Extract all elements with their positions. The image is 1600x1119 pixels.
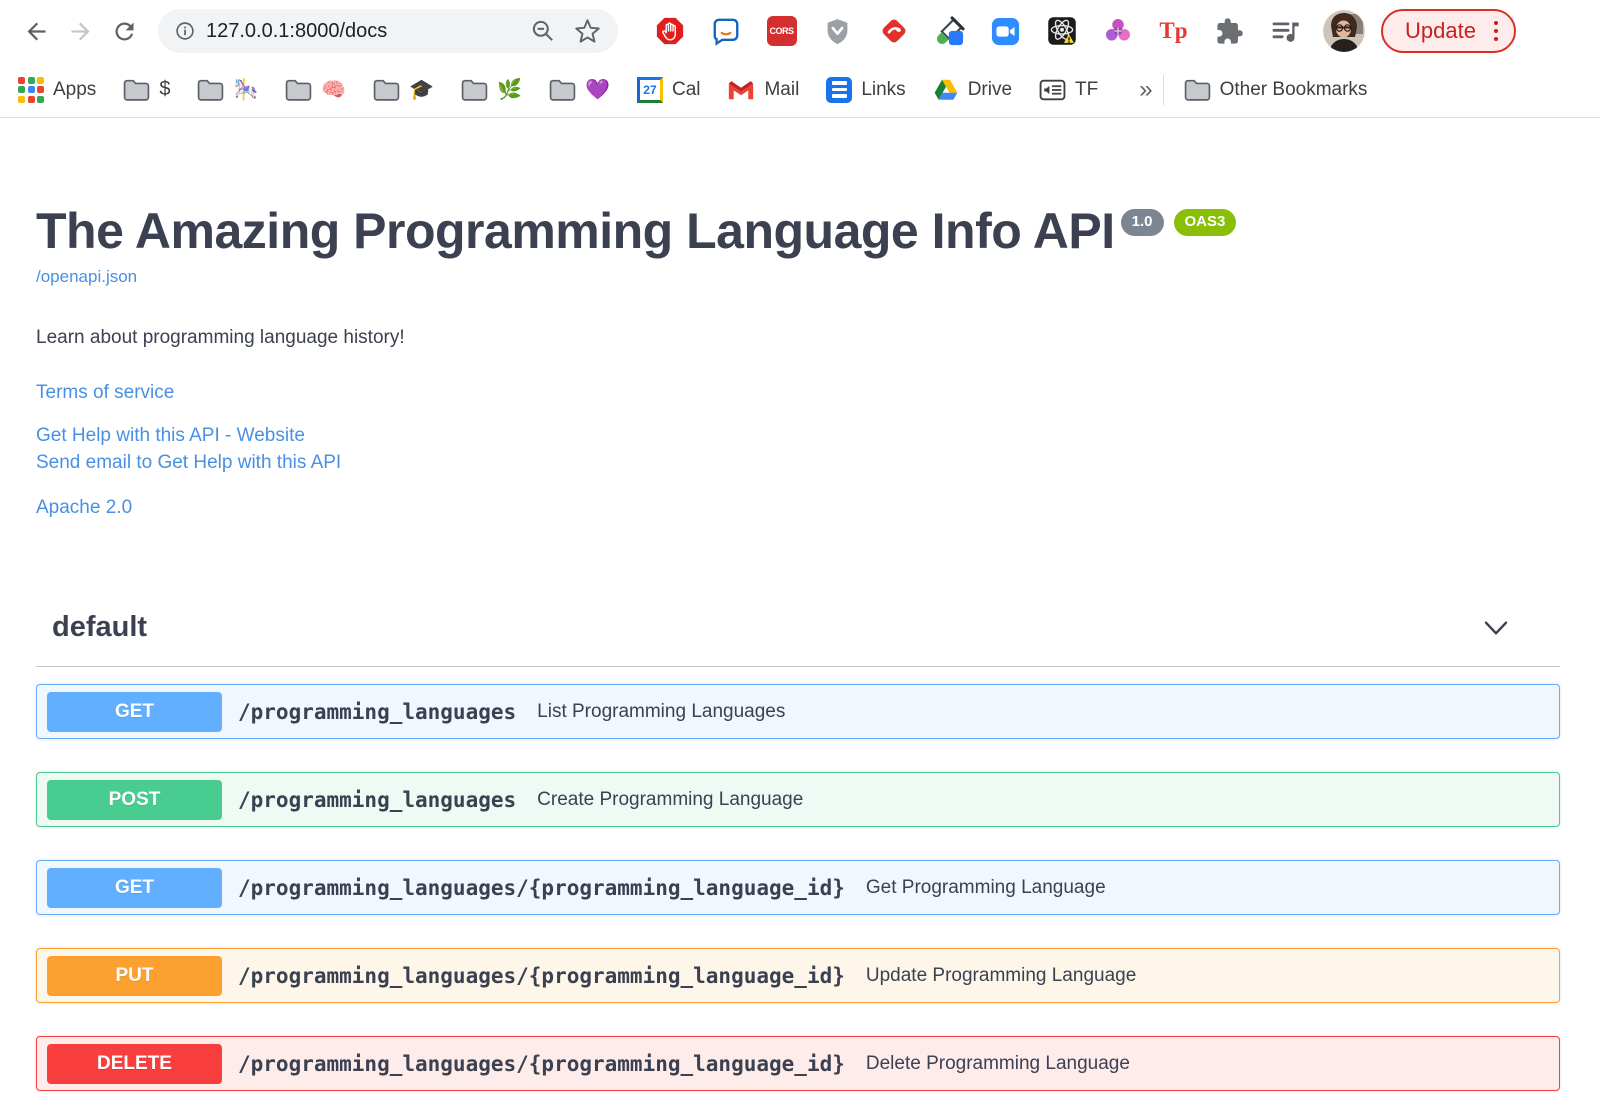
operation-summary: Delete Programming Language xyxy=(865,1052,1130,1074)
operations-list: GET /programming_languages List Programm… xyxy=(36,684,1560,1091)
folder-icon xyxy=(461,79,488,101)
profile-avatar[interactable] xyxy=(1323,10,1365,52)
links-list-icon xyxy=(826,76,853,103)
address-bar[interactable]: 127.0.0.1:8000/docs xyxy=(158,9,618,53)
opblock-get-one[interactable]: GET /programming_languages/{programming_… xyxy=(36,860,1560,915)
operation-path: /programming_languages/{programming_lang… xyxy=(238,875,845,900)
page-info-icon[interactable] xyxy=(174,20,196,42)
chat-bubble-icon[interactable] xyxy=(710,16,741,47)
api-title-text: The Amazing Programming Language Info AP… xyxy=(36,203,1115,259)
section-title: default xyxy=(52,611,148,643)
google-calendar-icon: 27 xyxy=(636,76,663,103)
operation-summary: Create Programming Language xyxy=(537,788,804,810)
bookmark-drive[interactable]: Drive xyxy=(933,78,1012,102)
operation-path: /programming_languages/{programming_lang… xyxy=(238,963,845,988)
operation-summary: List Programming Languages xyxy=(537,700,786,722)
tp-label: Tp xyxy=(1159,18,1188,43)
bookmark-star-icon[interactable] xyxy=(572,16,602,46)
method-badge-delete: DELETE xyxy=(47,1043,222,1084)
apps-grid-icon xyxy=(18,76,44,103)
tp-extension-icon[interactable]: Tp xyxy=(1158,16,1189,47)
update-label: Update xyxy=(1405,18,1476,43)
forward-button[interactable] xyxy=(58,9,102,53)
operation-path: /programming_languages xyxy=(238,787,517,812)
back-arrow-icon xyxy=(27,22,45,40)
other-bookmarks[interactable]: Other Bookmarks xyxy=(1184,79,1367,101)
url-text[interactable]: 127.0.0.1:8000/docs xyxy=(206,20,387,43)
license-link[interactable]: Apache 2.0 xyxy=(36,497,1560,519)
opblock-delete[interactable]: DELETE /programming_languages/{programmi… xyxy=(36,1036,1560,1091)
operation-path: /programming_languages xyxy=(238,699,517,724)
extensions-row: CORS Tp xyxy=(654,15,1301,47)
eyedropper-icon[interactable] xyxy=(934,15,965,47)
bookmark-links[interactable]: Links xyxy=(826,76,906,103)
cors-label: CORS xyxy=(766,16,797,46)
info-links: Terms of service Get Help with this API … xyxy=(36,382,1560,519)
refresh-button[interactable] xyxy=(102,9,146,53)
opblock-get-list[interactable]: GET /programming_languages List Programm… xyxy=(36,684,1560,739)
back-button[interactable] xyxy=(14,9,58,53)
bookmark-tf[interactable]: TF xyxy=(1039,78,1098,102)
browser-toolbar: 127.0.0.1:8000/docs CORS Tp Update xyxy=(0,0,1600,62)
folder-icon xyxy=(373,79,400,101)
bookmark-apps[interactable]: Apps xyxy=(18,76,96,103)
folder-icon xyxy=(286,79,312,101)
method-badge-put: PUT xyxy=(47,955,222,996)
bookmark-folder-heart[interactable]: 💜 xyxy=(549,77,610,102)
bookmark-folder-herb[interactable]: 🌿 xyxy=(461,77,522,102)
section-default-header[interactable]: default xyxy=(36,611,1560,667)
bookmark-gmail[interactable]: Mail xyxy=(727,79,799,101)
operation-summary: Get Programming Language xyxy=(865,876,1106,898)
gmail-icon xyxy=(729,80,754,99)
folder-icon xyxy=(1184,79,1210,101)
page-title: The Amazing Programming Language Info AP… xyxy=(36,204,1560,259)
opblock-post-create[interactable]: POST /programming_languages Create Progr… xyxy=(36,772,1560,827)
help-email-link[interactable]: Send email to Get Help with this API xyxy=(36,452,1560,474)
bookmark-folder-education[interactable]: 🎓 xyxy=(373,77,434,102)
method-badge-post: POST xyxy=(47,779,222,820)
zoom-out-icon[interactable] xyxy=(528,16,558,46)
bookmark-calendar[interactable]: 27 Cal xyxy=(636,76,700,103)
oas3-badge: OAS3 xyxy=(1173,209,1237,236)
chrome-update-button[interactable]: Update xyxy=(1381,9,1517,53)
help-website-link[interactable]: Get Help with this API - Website xyxy=(36,425,1560,447)
chevron-down-icon[interactable] xyxy=(1480,612,1512,644)
bookmark-folder-money[interactable]: $ xyxy=(123,78,170,101)
bookmarks-divider xyxy=(1162,74,1164,105)
operation-path: /programming_languages/{programming_lang… xyxy=(238,1051,845,1076)
pink-wheel-extension-icon[interactable] xyxy=(1102,16,1133,47)
bookmarks-bar: Apps $ 🎠 🧠 🎓 🌿 💜 27 Cal Mail Links Drive… xyxy=(0,62,1600,118)
version-badge: 1.0 xyxy=(1120,209,1164,236)
browser-menu-icon[interactable] xyxy=(1493,20,1499,42)
openapi-json-link[interactable]: /openapi.json xyxy=(36,267,137,287)
bookmark-folder-brain[interactable]: 🧠 xyxy=(285,77,346,102)
forward-arrow-icon xyxy=(71,22,89,40)
method-badge-get: GET xyxy=(47,867,222,908)
folder-icon xyxy=(124,79,150,101)
media-playlist-icon[interactable] xyxy=(1270,16,1301,47)
swagger-page: The Amazing Programming Language Info AP… xyxy=(0,204,1600,1091)
react-devtools-icon[interactable] xyxy=(1046,16,1077,47)
shield-icon[interactable] xyxy=(822,16,853,47)
operation-summary: Update Programming Language xyxy=(865,964,1137,986)
bookmarks-overflow-icon[interactable]: » xyxy=(1139,76,1152,104)
cors-extension-icon[interactable]: CORS xyxy=(766,16,797,47)
adblock-icon[interactable] xyxy=(654,16,685,47)
refresh-icon xyxy=(114,21,133,40)
folder-icon xyxy=(198,79,224,101)
api-description: Learn about programming language history… xyxy=(36,327,405,348)
zoom-camera-icon[interactable] xyxy=(990,16,1021,47)
method-badge-get: GET xyxy=(47,691,222,732)
puzzle-icon[interactable] xyxy=(1214,16,1245,47)
folder-icon xyxy=(549,79,576,101)
tf-card-icon xyxy=(1039,79,1066,100)
google-drive-icon xyxy=(934,79,958,100)
red-pinwheel-extension-icon[interactable] xyxy=(878,16,909,47)
opblock-put-update[interactable]: PUT /programming_languages/{programming_… xyxy=(36,948,1560,1003)
terms-of-service-link[interactable]: Terms of service xyxy=(36,382,1560,404)
bookmark-folder-carousel[interactable]: 🎠 xyxy=(197,77,258,102)
